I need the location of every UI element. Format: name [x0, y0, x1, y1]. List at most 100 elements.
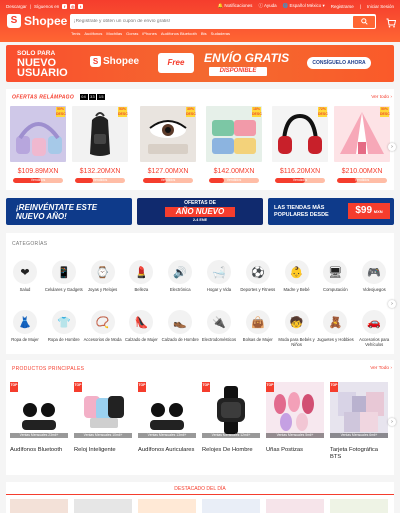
- category-label: Joyas y Relojes: [87, 287, 118, 292]
- daily-item-thumbnail[interactable]: [138, 499, 196, 513]
- top-product-item[interactable]: TOP Ventas Mensuales 10mil+ Reloj Intelige…: [74, 382, 132, 464]
- search-button[interactable]: [353, 15, 375, 28]
- keyword-link[interactable]: iPhones: [142, 31, 156, 36]
- cart-icon[interactable]: [386, 18, 396, 28]
- top-product-item[interactable]: TOP Ventas Mensuales 6mil+ Tarjeta Fotográ…: [330, 382, 388, 464]
- category-item[interactable]: 🧸 Juguetes y Hobbies: [316, 304, 354, 350]
- keyword-link[interactable]: Audífonos Bluetooth: [161, 31, 197, 36]
- handbag-icon: 👜: [245, 310, 270, 334]
- promo-main-text: AÑO NUEVO: [165, 207, 235, 217]
- category-item[interactable]: ⚽ Deportes y Fitness: [239, 254, 277, 300]
- category-item[interactable]: 🔌 Electrodomésticos: [200, 304, 238, 350]
- category-item[interactable]: 🔊 Electrónica: [161, 254, 199, 300]
- keyword-link[interactable]: Mochilas: [106, 31, 122, 36]
- banner-cta-button[interactable]: CONSÍGUELO AHORA: [307, 57, 371, 69]
- sold-bar: Vendidos: [337, 178, 387, 183]
- category-label: Electrónica: [169, 287, 191, 292]
- product-image: 72% DESC.: [272, 106, 328, 162]
- promo-banner-popular-stores[interactable]: LAS TIENDAS MÁS POPULARES DESDE $99 MXN: [268, 198, 394, 225]
- see-all-label: Ver Todo: [370, 366, 390, 371]
- category-item[interactable]: 👗 Ropa de Mujer: [6, 304, 44, 350]
- promo-banner-new-year[interactable]: OFERTAS DE AÑO NUEVO 2-4 ENE: [137, 198, 263, 225]
- category-item[interactable]: ⌚ Joyas y Relojes: [84, 254, 122, 300]
- language-select[interactable]: 🌐 Español México ▾: [283, 3, 325, 9]
- category-item[interactable]: 📿 Accesorios de Moda: [84, 304, 122, 350]
- daily-item-thumbnail[interactable]: [10, 499, 68, 513]
- earbuds-icon: [150, 403, 184, 430]
- flash-see-all-link[interactable]: Ver todo ›: [371, 95, 392, 100]
- category-item[interactable]: ❤ Salud: [6, 254, 44, 300]
- promo-banner-reinventate[interactable]: ¡REINVÉNTATE ESTE NUEVO AÑO!: [6, 198, 132, 225]
- shopee-logo[interactable]: Shopee: [7, 14, 67, 28]
- categories-next-arrow[interactable]: ›: [388, 300, 396, 308]
- top-products-next-arrow[interactable]: ›: [388, 418, 396, 426]
- nails-icon: [274, 392, 314, 431]
- monthly-sales: Ventas Mensuales 12mil+: [202, 433, 260, 438]
- keyword-link[interactable]: Gorras: [126, 31, 138, 36]
- top-product-item[interactable]: TOP Ventas Mensuales 12mil+ Relojes De Hom…: [202, 382, 260, 464]
- notifications-link[interactable]: 🔔 Notificaciones: [218, 3, 253, 9]
- new-user-banner[interactable]: SOLO PARA NUEVOUSUARIO Shopee Free ENVÍO…: [6, 45, 394, 82]
- category-item[interactable]: 👶 Madre y Bebé: [278, 254, 316, 300]
- category-label: Juguetes y Hobbies: [317, 337, 354, 342]
- twitter-icon[interactable]: t: [78, 3, 84, 9]
- category-item[interactable]: 💄 Belleza: [122, 254, 160, 300]
- logo-text: Shopee: [24, 14, 68, 28]
- necklace-icon: 📿: [90, 310, 115, 334]
- facebook-icon[interactable]: f: [62, 3, 68, 9]
- category-item[interactable]: 🚗 Accesorios para Vehículos: [355, 304, 393, 350]
- flash-item[interactable]: 18% DESC. $142.00MXN Vendidos: [206, 106, 262, 187]
- category-item[interactable]: 📱 Celulares y Gadgets: [45, 254, 83, 300]
- notifications-label: Notificaciones: [224, 3, 253, 8]
- register-link[interactable]: Registrarse: [331, 4, 354, 9]
- category-item[interactable]: 👠 Calzado de Mujer: [122, 304, 160, 350]
- daily-item-thumbnail[interactable]: [74, 499, 132, 513]
- product-image: TOP Ventas Mensuales 5mil+: [266, 382, 324, 438]
- daily-item-thumbnail[interactable]: [202, 499, 260, 513]
- promo-price: $99 MXN: [348, 203, 390, 219]
- promo-text: LAS TIENDAS MÁS POPULARES DESDE: [274, 205, 329, 218]
- flash-item[interactable]: 50% DESC. $210.00MXN Vendidos: [334, 106, 390, 187]
- category-item[interactable]: 🛁 Hogar y Vida: [200, 254, 238, 300]
- sold-label: Vendidos: [30, 178, 46, 182]
- keyword-link[interactable]: Bts: [201, 31, 207, 36]
- product-image: 18% DESC.: [206, 106, 262, 162]
- instagram-icon[interactable]: ◎: [70, 3, 76, 9]
- category-item[interactable]: 👕 Ropa de Hombre: [45, 304, 83, 350]
- daily-item-thumbnail[interactable]: [266, 499, 324, 513]
- category-item[interactable]: 🎮 Videojuegos: [355, 254, 393, 300]
- category-item[interactable]: 👜 Bolsas de Mujer: [239, 304, 277, 350]
- flash-item[interactable]: 50% DESC. $109.89MXN Vendidos: [10, 106, 66, 187]
- help-link[interactable]: ⓘ Ayuda: [258, 3, 276, 9]
- top-product-item[interactable]: TOP Ventas Mensuales 13mil+ Audífonos Auri…: [138, 382, 196, 464]
- top-product-item[interactable]: TOP Ventas Mensuales 5mil+ Uñas Postizas: [266, 382, 324, 464]
- toy-icon: 🧸: [323, 310, 348, 334]
- speaker-icon: 🔊: [168, 260, 193, 284]
- sold-label: Vendidos: [92, 178, 108, 182]
- sold-fill: [75, 178, 93, 183]
- search-input[interactable]: [74, 19, 353, 24]
- banner-shopee-logo: Shopee: [90, 56, 139, 67]
- keyword-link[interactable]: Sudaderas: [211, 31, 230, 36]
- see-all-label: Ver todo: [371, 95, 390, 100]
- flash-item[interactable]: 53% DESC. $132.20MXN Vendidos: [72, 106, 128, 187]
- download-link[interactable]: Descargar: [6, 4, 27, 9]
- category-item[interactable]: 🖥 Computación: [316, 254, 354, 300]
- top-products-see-all[interactable]: Ver Todo ›: [370, 366, 392, 371]
- gamepad-icon: 🎮: [362, 260, 387, 284]
- promo-text: ¡REINVÉNTATE ESTE NUEVO AÑO!: [16, 203, 98, 221]
- keyword-link[interactable]: Audífonos: [84, 31, 102, 36]
- keyword-link[interactable]: Tenis: [71, 31, 80, 36]
- login-link[interactable]: Iniciar Sesión: [367, 4, 394, 9]
- top-product-item[interactable]: TOP Ventas Mensuales 23mil+ Audífonos Blue…: [10, 382, 68, 464]
- category-item[interactable]: 🧒 Moda para Bebés y Niños: [278, 304, 316, 350]
- category-item[interactable]: 👞 Calzado de Hombre: [161, 304, 199, 350]
- daily-item-thumbnail[interactable]: [330, 499, 388, 513]
- next-arrow-button[interactable]: ›: [388, 143, 396, 151]
- banner-brand: Shopee: [103, 56, 140, 67]
- flash-item[interactable]: 72% DESC. $116.20MXN Vendidos: [272, 106, 328, 187]
- timer-hours: 04: [79, 94, 88, 100]
- watch-icon: ⌚: [90, 260, 115, 284]
- flash-item[interactable]: 30% DESC. $127.00MXN Vendidos: [140, 106, 196, 187]
- shopee-bag-icon: [7, 14, 21, 28]
